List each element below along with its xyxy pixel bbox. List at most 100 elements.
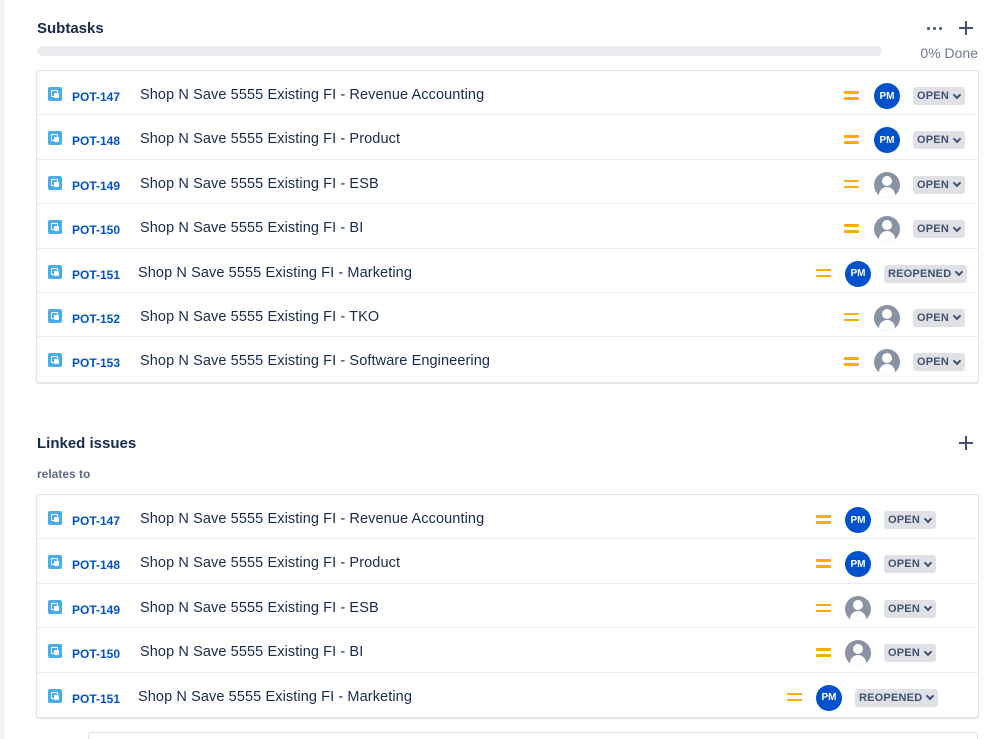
assignee-avatar[interactable]: PM <box>874 127 900 154</box>
add-subtask-button[interactable] <box>955 17 977 39</box>
chevron-down-icon <box>952 134 962 144</box>
chevron-down-icon <box>923 603 933 612</box>
chevron-down-icon <box>952 356 962 366</box>
issue-row[interactable]: POT-147 Shop N Save 5555 Existing FI - R… <box>37 495 978 540</box>
issue-key-link[interactable]: POT-150 <box>72 647 120 661</box>
status-label: OPEN <box>917 223 949 236</box>
status-dropdown[interactable]: OPEN <box>913 87 965 105</box>
avatar-initials: PM <box>850 514 866 526</box>
issue-summary[interactable]: Shop N Save 5555 Existing FI - TKO <box>140 309 379 325</box>
status-dropdown[interactable]: OPEN <box>913 175 965 194</box>
status-dropdown[interactable]: OPEN <box>884 599 936 618</box>
status-label: OPEN <box>888 558 920 571</box>
chevron-down-icon <box>952 223 962 232</box>
issue-key-link[interactable]: POT-151 <box>72 268 120 282</box>
next-panel-edge <box>88 732 978 739</box>
issue-summary[interactable]: Shop N Save 5555 Existing FI - Product <box>140 131 400 147</box>
status-dropdown[interactable]: OPEN <box>913 308 965 327</box>
priority-medium-icon <box>787 692 802 703</box>
status-dropdown[interactable]: REOPENED <box>884 264 968 283</box>
status-label: OPEN <box>917 134 949 147</box>
status-dropdown[interactable]: OPEN <box>884 511 936 529</box>
priority-medium-icon <box>816 558 831 569</box>
status-dropdown[interactable]: OPEN <box>913 353 965 372</box>
default-avatar-icon <box>882 353 892 364</box>
issue-row[interactable]: POT-150 Shop N Save 5555 Existing FI - B… <box>37 628 978 673</box>
issue-summary[interactable]: Shop N Save 5555 Existing FI - Marketing <box>138 265 412 281</box>
issue-row[interactable]: POT-148 Shop N Save 5555 Existing FI - P… <box>37 115 978 160</box>
status-label: REOPENED <box>888 267 952 280</box>
default-avatar-body <box>879 186 895 198</box>
issue-row[interactable]: POT-149 Shop N Save 5555 Existing FI - E… <box>37 160 978 205</box>
status-label: OPEN <box>888 647 920 660</box>
issue-summary[interactable]: Shop N Save 5555 Existing FI - ESB <box>140 600 379 616</box>
issue-key-link[interactable]: POT-151 <box>72 692 120 706</box>
assignee-avatar[interactable]: PM <box>845 551 871 578</box>
assignee-avatar[interactable]: PM <box>845 260 871 287</box>
issue-row[interactable]: POT-151 Shop N Save 5555 Existing FI - M… <box>37 249 978 293</box>
linked-issues-title: Linked issues <box>37 435 137 452</box>
status-label: OPEN <box>917 356 949 369</box>
unassigned-avatar[interactable] <box>874 349 900 376</box>
default-avatar-body <box>879 319 895 331</box>
issue-summary[interactable]: Shop N Save 5555 Existing FI - Marketing <box>138 689 412 705</box>
more-icon <box>926 26 942 30</box>
default-avatar-icon <box>882 220 892 231</box>
issue-key-link[interactable]: POT-153 <box>72 356 120 370</box>
issue-row[interactable]: POT-149 Shop N Save 5555 Existing FI - E… <box>37 584 978 629</box>
left-panel-edge <box>0 0 4 739</box>
issue-key-link[interactable]: POT-150 <box>72 223 120 237</box>
issue-summary[interactable]: Shop N Save 5555 Existing FI - ESB <box>140 176 379 192</box>
issue-row[interactable]: POT-150 Shop N Save 5555 Existing FI - B… <box>37 204 978 249</box>
assignee-avatar[interactable]: PM <box>874 83 900 109</box>
unassigned-avatar[interactable] <box>845 640 871 667</box>
subtasks-title: Subtasks <box>37 20 104 37</box>
issue-key-link[interactable]: POT-152 <box>72 312 120 326</box>
issue-row[interactable]: POT-152 Shop N Save 5555 Existing FI - T… <box>37 293 978 338</box>
assignee-avatar[interactable]: PM <box>816 684 842 711</box>
issue-row[interactable]: POT-148 Shop N Save 5555 Existing FI - P… <box>37 539 978 584</box>
issue-summary[interactable]: Shop N Save 5555 Existing FI - BI <box>140 644 363 660</box>
default-avatar-icon <box>882 175 892 186</box>
linked-issues-list: POT-147 Shop N Save 5555 Existing FI - R… <box>36 494 979 718</box>
chevron-down-icon <box>923 514 933 523</box>
priority-medium-icon <box>844 90 859 101</box>
status-dropdown[interactable]: OPEN <box>884 644 936 663</box>
status-dropdown[interactable]: REOPENED <box>855 688 939 707</box>
add-linked-issue-button[interactable] <box>955 432 977 454</box>
issue-summary[interactable]: Shop N Save 5555 Existing FI - BI <box>140 220 363 236</box>
issue-key-link[interactable]: POT-147 <box>72 514 120 528</box>
default-avatar-body <box>850 655 866 667</box>
unassigned-avatar[interactable] <box>845 595 871 622</box>
issue-key-link[interactable]: POT-149 <box>72 603 120 617</box>
status-dropdown[interactable]: OPEN <box>913 220 965 239</box>
status-label: OPEN <box>888 514 920 526</box>
status-dropdown[interactable]: OPEN <box>884 555 936 574</box>
issue-row[interactable]: POT-153 Shop N Save 5555 Existing FI - S… <box>37 337 978 381</box>
status-label: OPEN <box>917 178 949 191</box>
issue-key-link[interactable]: POT-148 <box>72 134 120 148</box>
subtask-icon <box>48 511 62 525</box>
issue-summary[interactable]: Shop N Save 5555 Existing FI - Software … <box>140 353 490 369</box>
unassigned-avatar[interactable] <box>874 171 900 198</box>
issue-summary[interactable]: Shop N Save 5555 Existing FI - Revenue A… <box>140 511 484 527</box>
subtask-icon <box>48 87 62 101</box>
issue-key-link[interactable]: POT-147 <box>72 90 120 104</box>
issue-summary[interactable]: Shop N Save 5555 Existing FI - Product <box>140 555 400 571</box>
issue-row[interactable]: POT-147 Shop N Save 5555 Existing FI - R… <box>37 71 978 116</box>
chevron-down-icon <box>923 558 933 568</box>
assignee-avatar[interactable]: PM <box>845 507 871 533</box>
unassigned-avatar[interactable] <box>874 304 900 331</box>
priority-medium-icon <box>816 514 831 525</box>
priority-medium-icon <box>816 603 831 614</box>
issue-key-link[interactable]: POT-148 <box>72 558 120 572</box>
subtask-icon <box>48 688 62 703</box>
plus-icon <box>959 436 973 450</box>
issue-key-link[interactable]: POT-149 <box>72 179 120 193</box>
status-dropdown[interactable]: OPEN <box>913 131 965 150</box>
avatar-initials: PM <box>821 692 837 704</box>
issue-row[interactable]: POT-151 Shop N Save 5555 Existing FI - M… <box>37 673 978 717</box>
issue-summary[interactable]: Shop N Save 5555 Existing FI - Revenue A… <box>140 87 484 103</box>
subtasks-more-button[interactable] <box>923 17 945 39</box>
unassigned-avatar[interactable] <box>874 216 900 243</box>
